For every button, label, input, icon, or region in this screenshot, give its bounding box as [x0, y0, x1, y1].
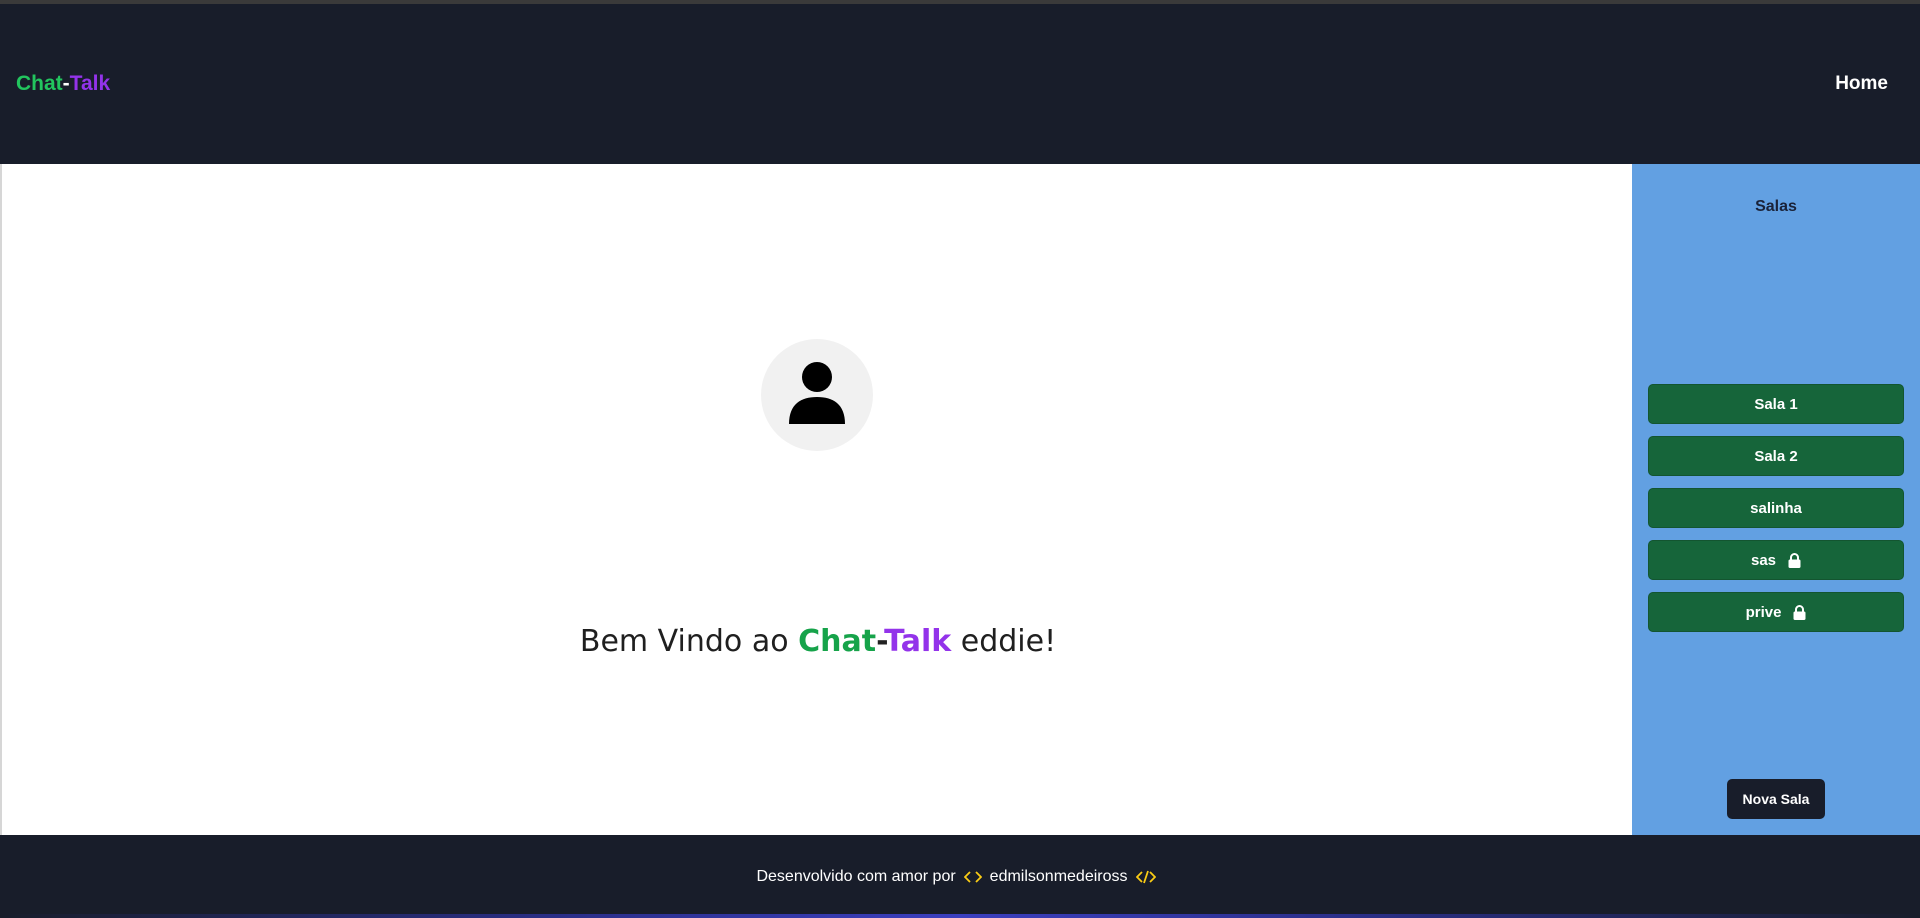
brand-part2: Talk: [69, 72, 111, 95]
room-label: Sala 1: [1754, 395, 1798, 413]
new-room-button[interactable]: Nova Sala: [1727, 779, 1825, 819]
welcome-brand-separator: -: [876, 624, 885, 659]
code-icon: [963, 870, 982, 884]
user-icon: [789, 361, 845, 429]
lock-icon: [1793, 604, 1806, 620]
nav-home-link[interactable]: Home: [1835, 73, 1888, 95]
welcome-brand-part2: Talk: [884, 624, 952, 659]
room-button-sala-2[interactable]: Sala 2: [1648, 436, 1904, 476]
navbar: Chat - Talk Home: [0, 4, 1920, 164]
room-button-sala-1[interactable]: Sala 1: [1648, 384, 1904, 424]
lock-icon: [1788, 552, 1801, 568]
room-button-prive[interactable]: prive: [1648, 592, 1904, 632]
welcome-username: eddie!: [960, 624, 1057, 659]
brand-separator: -: [62, 72, 70, 95]
brand-part1: Chat: [16, 72, 63, 95]
footer-text: Desenvolvido com amor por: [756, 867, 956, 885]
footer-author[interactable]: edmilsonmedeiross: [990, 868, 1128, 886]
room-label: sas: [1750, 551, 1777, 569]
sidebar-title: Salas: [1755, 198, 1797, 215]
room-button-salinha[interactable]: salinha: [1648, 488, 1904, 528]
brand-logo[interactable]: Chat - Talk: [16, 72, 110, 96]
room-button-sas[interactable]: sas: [1648, 540, 1904, 580]
welcome-prefix: Bem Vindo ao: [579, 624, 789, 659]
room-label: prive: [1745, 603, 1782, 621]
avatar: [761, 339, 873, 451]
welcome-brand-part1: Chat: [798, 624, 877, 659]
room-label: salinha: [1750, 499, 1802, 517]
rooms-sidebar: Salas Sala 1 Sala 2 salinha sas prive No…: [1632, 164, 1920, 835]
footer: Desenvolvido com amor por edmilsonmedeir…: [0, 835, 1920, 918]
welcome-message: Bem Vindo ao Chat-Talk eddie!: [2, 624, 1634, 659]
bottom-accent-line: [0, 914, 1920, 918]
room-list: Sala 1 Sala 2 salinha sas prive: [1648, 384, 1904, 644]
code-slash-icon: [1135, 870, 1156, 884]
room-label: Sala 2: [1754, 447, 1798, 465]
main-content: Bem Vindo ao Chat-Talk eddie!: [0, 164, 1632, 835]
welcome-brand: Chat-Talk: [798, 624, 951, 659]
